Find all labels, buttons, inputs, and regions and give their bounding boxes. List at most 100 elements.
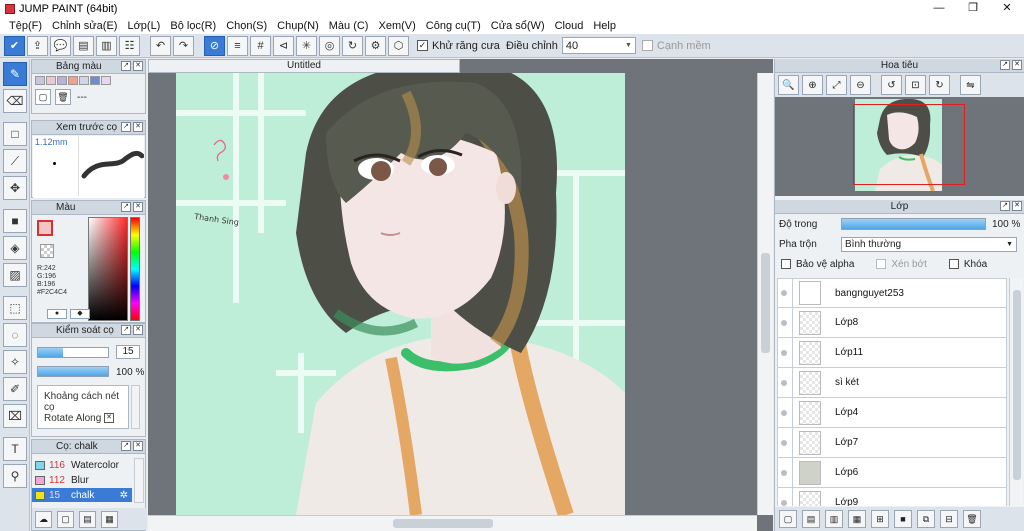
visibility-icon[interactable] [778,319,790,326]
settings-list-icon[interactable]: ☷ [119,35,140,56]
redo-icon[interactable]: ↷ [173,35,194,56]
blend-mode-select[interactable]: Bình thường ▼ [841,236,1017,252]
brush-set-scrollbar[interactable] [134,458,144,503]
panel-detach-icon[interactable]: ↗ [121,61,131,71]
menu-view[interactable]: Xem(V) [373,20,420,32]
snap-settings-icon[interactable]: ⬡ [388,35,409,56]
brush-size-number[interactable]: 15 [116,345,140,359]
rotate-left-icon[interactable]: ↺ [881,75,902,95]
layer-row[interactable]: Lớp4 [777,397,1007,428]
visibility-icon[interactable] [778,379,790,386]
eraser-tool-icon[interactable]: ⌫ [3,89,27,113]
visibility-icon[interactable] [778,349,790,356]
panel-close-icon[interactable]: ✕ [133,325,143,335]
menu-tools[interactable]: Công cụ(T) [421,20,486,32]
gradient-tool-icon[interactable]: ▨ [3,263,27,287]
move-tool-icon[interactable]: ✥ [3,176,27,200]
magic-wand-tool-icon[interactable]: ✧ [3,350,27,374]
fill-rect-tool-icon[interactable]: ■ [3,209,27,233]
close-button[interactable]: ✕ [990,0,1024,17]
menu-select[interactable]: Chọn(S) [221,20,272,32]
chat-icon[interactable]: ▤ [73,35,94,56]
rotate-reset-icon[interactable]: ⊡ [905,75,926,95]
snap-circle-icon[interactable]: ◎ [319,35,340,56]
flip-horizontal-icon[interactable]: ⇋ [960,75,981,95]
layer-row[interactable]: bangnguyet253 [777,278,1007,308]
panel-detach-icon[interactable]: ↗ [121,441,131,451]
check-icon[interactable]: ✔ [4,35,25,56]
brush-item[interactable]: 116 Watercolor [32,458,132,472]
brush-item-selected[interactable]: 15 chalk ✲ [32,488,132,502]
snap-perspective-icon[interactable]: ⊲ [273,35,294,56]
snap-grid-icon[interactable]: # [250,35,271,56]
menu-edit[interactable]: Chỉnh sửa(E) [47,20,122,32]
palette-swatch[interactable] [46,76,56,85]
new-palette-icon[interactable]: ▢ [35,89,51,105]
navigator-preview[interactable] [775,97,1024,196]
visibility-icon[interactable] [778,499,790,506]
artwork[interactable]: Thanh Sing [176,73,625,515]
delete-layer-icon[interactable]: 🗑 [963,510,981,528]
menu-layer[interactable]: Lớp(L) [122,20,165,32]
brush-settings-icon[interactable]: ▦ [101,510,118,528]
new-raster-icon[interactable]: ▤ [802,510,820,528]
layer-opacity-slider[interactable] [841,218,986,230]
visibility-icon[interactable] [778,469,790,476]
zoom-out-icon[interactable]: ⊖ [850,75,871,95]
document-tab[interactable]: Untitled [148,59,460,73]
menu-capture[interactable]: Chụp(N) [272,20,324,32]
canvas-area[interactable]: Untitled Thanh Sing [148,59,773,531]
snap-off-icon[interactable]: ⊘ [204,35,225,56]
layer-row[interactable]: Lớp6 [777,457,1007,488]
hue-slider[interactable] [130,217,140,321]
panel-detach-icon[interactable]: ↗ [1000,201,1010,211]
zoom-in-icon[interactable]: ⊕ [802,75,823,95]
rotate-along-item[interactable]: Rotate Along [44,413,101,424]
layer-row[interactable]: Lớp8 [777,307,1007,338]
merge-layer-icon[interactable]: ⊟ [940,510,958,528]
select-pen-tool-icon[interactable]: ✐ [3,377,27,401]
cloud-download-icon[interactable]: ☁ [35,510,52,528]
panel-detach-icon[interactable]: ↗ [121,122,131,132]
canvas-vertical-scrollbar[interactable] [757,73,773,515]
rectangle-tool-icon[interactable]: □ [3,122,27,146]
menu-file[interactable]: Tệp(F) [4,20,47,32]
clipping-checkbox[interactable]: Xén bớt [876,259,927,270]
rotate-right-icon[interactable]: ↻ [929,75,950,95]
gear-icon[interactable]: ✲ [120,490,128,501]
soft-edge-checkbox[interactable] [641,40,653,51]
maximize-button[interactable]: ❐ [956,0,990,17]
menu-help[interactable]: Help [588,20,621,32]
brush-spacing-item[interactable]: Khoảng cách nét cọ [44,391,128,413]
brush-list-scrollbar[interactable] [131,385,140,429]
duplicate-layer-icon[interactable]: ⧉ [917,510,935,528]
main-color-swatch[interactable] [37,220,53,236]
document-icon[interactable]: ▥ [96,35,117,56]
panel-close-icon[interactable]: ✕ [1012,60,1022,70]
protect-alpha-checkbox[interactable]: Bảo vệ alpha [781,259,854,270]
new-brush-icon[interactable]: ▢ [57,510,74,528]
brush-size-slider[interactable] [37,347,109,358]
visibility-icon[interactable] [778,290,790,296]
lock-checkbox[interactable]: Khóa [948,259,987,270]
navigator-viewport-rect[interactable] [853,104,965,185]
adjust-input[interactable]: 40 ▼ [561,37,636,54]
eye-toggle-icon[interactable]: ● [47,309,67,319]
brush-menu-icon[interactable]: ▤ [79,510,96,528]
eyedropper-tool-icon[interactable]: ⚲ [3,464,27,488]
layer-list-scrollbar[interactable] [1009,278,1023,506]
palette-swatch[interactable] [79,76,89,85]
lasso-tool-icon[interactable]: ◌ [3,323,27,347]
fit-window-icon[interactable]: ⤢ [826,75,847,95]
panel-close-icon[interactable]: ✕ [133,441,143,451]
brush-item[interactable]: 112 Blur [32,473,132,487]
minimize-button[interactable]: — [922,0,956,17]
snap-curve-icon[interactable]: ↻ [342,35,363,56]
new-folder-icon[interactable]: ■ [894,510,912,528]
menu-window[interactable]: Cửa sổ(W) [486,20,550,32]
palette-swatch[interactable] [57,76,67,85]
rotate-along-checkbox[interactable]: ✕ [104,413,114,423]
line-tool-icon[interactable]: ⟋ [3,149,27,173]
palette-swatch[interactable] [101,76,111,85]
snap-radial-icon[interactable]: ✳ [296,35,317,56]
